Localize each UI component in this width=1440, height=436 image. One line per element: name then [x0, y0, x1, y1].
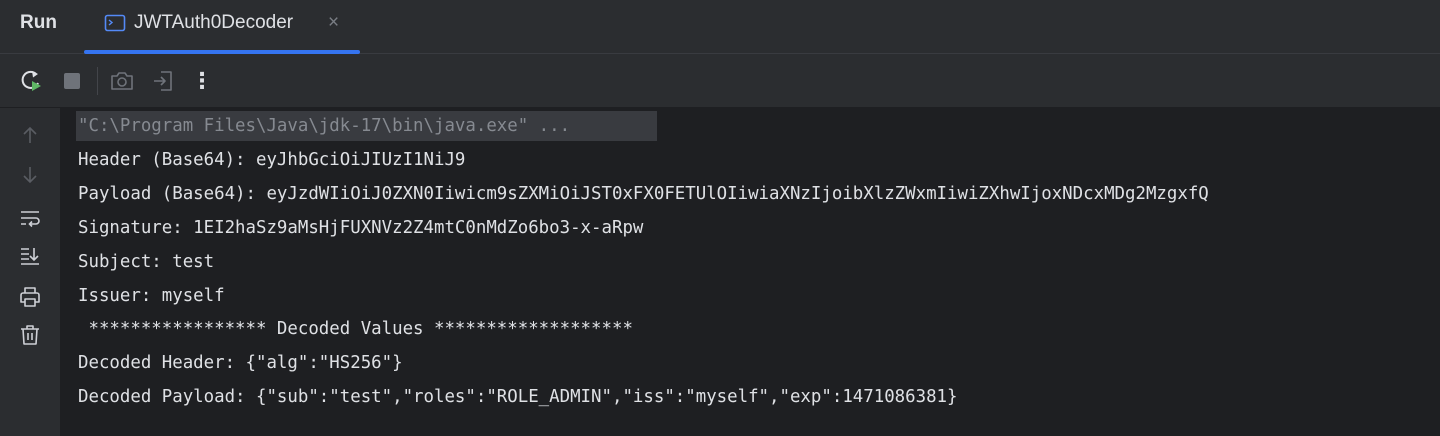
soft-wrap-icon[interactable]: [17, 205, 43, 231]
console-output[interactable]: "C:\Program Files\Java\jdk-17\bin\java.e…: [60, 108, 1440, 436]
console-line: Header (Base64): eyJhbGciOiJIUzI1NiJ9: [78, 150, 466, 170]
stop-icon[interactable]: [59, 68, 85, 94]
trash-icon[interactable]: [17, 322, 43, 348]
tab-jwtauth0decoder[interactable]: JWTAuth0Decoder ×: [84, 0, 360, 54]
console-line: Subject: test: [78, 252, 215, 272]
scroll-to-end-icon[interactable]: [17, 243, 43, 269]
rerun-icon[interactable]: [19, 68, 45, 94]
run-tool-window-header: Run JWTAuth0Decoder ×: [0, 0, 1440, 54]
toolbar-separator: [97, 67, 98, 95]
arrow-up-icon[interactable]: [17, 122, 43, 148]
run-tool-window-title: Run: [20, 12, 57, 33]
print-icon[interactable]: [17, 284, 43, 310]
screenshot-icon[interactable]: [109, 68, 135, 94]
command-line[interactable]: "C:\Program Files\Java\jdk-17\bin\java.e…: [78, 109, 570, 143]
console-line: Payload (Base64): eyJzdWIiOiJ0ZXN0Iiwicm…: [78, 184, 1209, 204]
console-line: Signature: 1EI2haSz9aMsHjFUXNVz2Z4mtC0nM…: [78, 218, 644, 238]
arrow-down-icon[interactable]: [17, 162, 43, 188]
console-side-toolbar: [0, 108, 60, 436]
close-icon[interactable]: ×: [328, 12, 339, 34]
console-line: ***************** Decoded Values *******…: [78, 319, 633, 339]
console-line: Issuer: myself: [78, 286, 225, 306]
exit-icon[interactable]: [150, 68, 176, 94]
tab-label: JWTAuth0Decoder: [134, 12, 294, 33]
console-icon: [104, 13, 126, 33]
console-line: Decoded Payload: {"sub":"test","roles":"…: [78, 387, 958, 407]
run-toolbar: ⋮: [0, 54, 1440, 108]
more-icon[interactable]: ⋮: [189, 68, 215, 94]
console-line: Decoded Header: {"alg":"HS256"}: [78, 353, 403, 373]
